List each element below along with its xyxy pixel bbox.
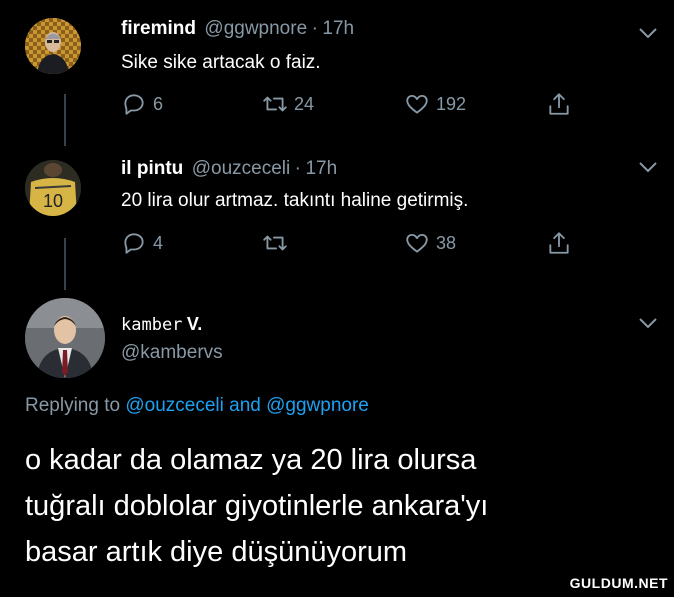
tweet-text: Sike sike artacak o faiz. xyxy=(121,52,321,73)
like-button[interactable]: 38 xyxy=(404,230,456,256)
share-icon xyxy=(549,232,569,254)
reply-button[interactable]: 6 xyxy=(121,91,163,117)
share-button[interactable] xyxy=(546,230,572,256)
like-button[interactable]: 192 xyxy=(404,91,466,117)
jersey-number: 10 xyxy=(43,191,63,211)
thread-line xyxy=(64,238,66,290)
timestamp[interactable]: 17h xyxy=(305,158,337,179)
avatar-image: 10 xyxy=(25,160,81,216)
retweet-count: 24 xyxy=(294,93,315,114)
display-name[interactable]: firemind xyxy=(121,18,196,39)
retweet-button[interactable] xyxy=(262,230,294,256)
separator-dot: · xyxy=(311,18,318,39)
display-name-suffix: V. xyxy=(186,314,203,334)
reply-icon xyxy=(124,94,144,115)
reply-count: 6 xyxy=(153,93,164,114)
like-icon xyxy=(406,233,428,253)
retweet-icon xyxy=(263,235,287,251)
retweet-icon xyxy=(263,96,287,112)
avatar-image xyxy=(25,18,81,74)
mention-and[interactable]: and xyxy=(229,395,261,416)
chevron-down-icon[interactable] xyxy=(638,26,658,40)
avatar[interactable] xyxy=(25,298,105,378)
display-name: kamber xyxy=(121,315,183,335)
timestamp[interactable]: 17h xyxy=(322,18,354,39)
share-icon xyxy=(549,93,569,115)
main-tweet-line: basar artık diye düşünüyorum xyxy=(25,536,408,568)
like-count: 192 xyxy=(436,93,467,114)
avatar[interactable]: 10 xyxy=(25,160,81,216)
username[interactable]: @ouzceceli xyxy=(192,158,291,179)
like-count: 38 xyxy=(436,232,457,253)
chevron-down-icon[interactable] xyxy=(638,160,658,174)
tweet-text: 20 lira olur artmaz. takıntı haline geti… xyxy=(121,190,469,211)
username[interactable]: @ggwpnore xyxy=(204,18,307,39)
chevron-down-icon[interactable] xyxy=(638,316,658,330)
thread-line xyxy=(64,94,66,146)
reply-button[interactable]: 4 xyxy=(121,230,163,256)
mention-link[interactable]: @ggwpnore xyxy=(266,395,369,416)
username[interactable]: @kambervs xyxy=(121,342,223,364)
avatar-image xyxy=(25,298,105,378)
like-icon xyxy=(406,94,428,114)
tweet-header: il pintu @ouzceceli · 17h xyxy=(121,158,337,180)
reply-count: 4 xyxy=(153,232,164,253)
main-tweet-name[interactable]: kamber V. xyxy=(121,314,202,335)
main-tweet-line: tuğralı doblolar giyotinlerle ankara'yı xyxy=(25,490,489,522)
tweet-header: firemind @ggwpnore · 17h xyxy=(121,18,354,40)
share-button[interactable] xyxy=(546,91,572,117)
reply-icon xyxy=(124,233,144,254)
main-tweet-line: o kadar da olamaz ya 20 lira olursa xyxy=(25,444,477,476)
separator-dot: · xyxy=(294,158,301,179)
watermark: GULDUM.NET xyxy=(569,575,668,591)
display-name[interactable]: il pintu xyxy=(121,158,183,179)
replying-to: Replying to @ouzceceli and @ggwpnore xyxy=(25,395,369,417)
retweet-button[interactable]: 24 xyxy=(262,91,314,117)
main-tweet-text: o kadar da olamaz ya 20 lira olursa tuğr… xyxy=(25,437,488,575)
avatar[interactable] xyxy=(25,18,81,74)
replying-prefix: Replying to xyxy=(25,395,121,416)
mention-link[interactable]: @ouzceceli xyxy=(125,395,224,416)
